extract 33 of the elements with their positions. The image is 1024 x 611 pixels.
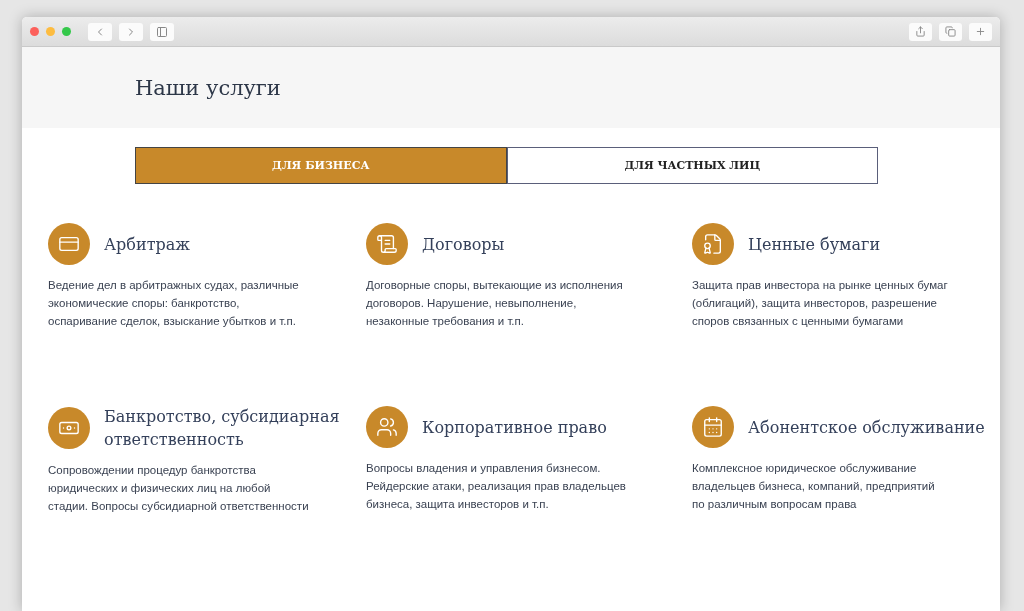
maximize-window-icon[interactable] xyxy=(62,27,71,36)
scroll-icon xyxy=(366,223,408,265)
minimize-window-icon[interactable] xyxy=(46,27,55,36)
service-description: Защита прав инвестора на рынке ценных бумаг (облигаций), защита инвесторов, разрешение споров связанных с ценными бумагами xyxy=(692,278,949,329)
people-icon xyxy=(366,406,408,448)
tab[interactable]: ДЛЯ ЧАСТНЫХ ЛИЦ xyxy=(506,147,878,184)
banknote-icon xyxy=(48,407,90,449)
page-title: Наши услуги xyxy=(135,75,281,100)
certificate-icon xyxy=(692,223,734,265)
service-title: Арбитраж xyxy=(104,233,190,256)
card-icon xyxy=(48,223,90,265)
service-title: Договоры xyxy=(422,233,505,256)
tabs-icon xyxy=(945,26,956,37)
service-description: Договорные споры, вытекающие из исполнения договоров. Нарушение, невыполнение, незаконные требования и т.п. xyxy=(366,278,624,329)
new-tab-button[interactable] xyxy=(969,22,992,41)
service-title: Банкротство, субсидиарная ответственность xyxy=(104,406,341,451)
service-description: Вопросы владения и управления бизнесом. Рейдерские атаки, реализация прав владельцев бизнеса, защита инвесторов и т.п. xyxy=(366,461,627,512)
service-title: Абонентское обслуживание xyxy=(748,416,985,439)
plus-icon xyxy=(975,26,986,37)
service-title: Ценные бумаги xyxy=(748,233,881,256)
service-description: Ведение дел в арбитражных судах, различные экономические споры: банкротство, оспаривание сделок, взыскание убытков и т.п. xyxy=(48,278,300,329)
sidebar-icon xyxy=(156,25,168,38)
service-description: Комплексное юридическое обслуживание владельцев бизнеса, компаний, предприятий по различным вопросам права xyxy=(692,461,936,512)
tabs-button[interactable] xyxy=(939,22,962,41)
sidebar-button[interactable] xyxy=(150,22,174,41)
calendar-icon xyxy=(692,406,734,448)
forward-button[interactable] xyxy=(119,22,143,41)
service-description: Сопровождении процедур банкротства юридических и физических лиц на любой стадии. Вопросы субсидиарной ответственности xyxy=(48,463,310,514)
share-icon xyxy=(915,26,926,37)
back-button[interactable] xyxy=(88,22,112,41)
close-window-icon[interactable] xyxy=(30,27,39,36)
share-button[interactable] xyxy=(909,22,932,41)
service-title: Корпоративное право xyxy=(422,416,607,439)
